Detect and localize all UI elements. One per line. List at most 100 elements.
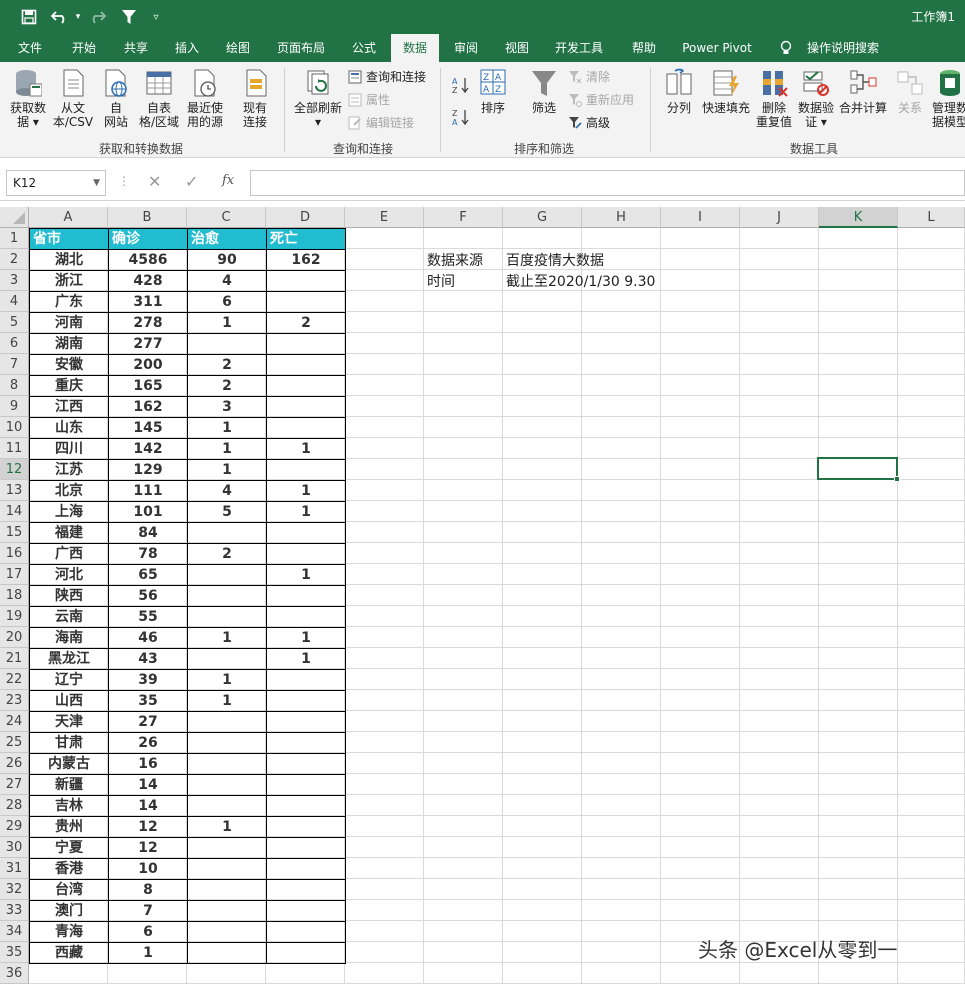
table-cell[interactable]: 台湾 [29,879,109,901]
table-cell[interactable] [187,900,267,922]
table-header-cell[interactable]: 治愈 [187,228,267,250]
table-cell[interactable] [187,858,267,880]
row-header[interactable]: 16 [0,543,29,564]
table-cell[interactable]: 1 [266,627,346,649]
table-cell[interactable] [187,942,267,964]
table-cell[interactable]: 10 [108,858,188,880]
row-header[interactable]: 12 [0,459,29,480]
table-cell[interactable]: 1 [187,690,267,712]
row-header[interactable]: 20 [0,627,29,648]
table-cell[interactable]: 12 [108,816,188,838]
from-table-range-button[interactable]: 自表 格/区域 [136,68,182,129]
table-cell[interactable] [266,921,346,943]
from-web-button[interactable]: 自网站 [98,68,134,129]
table-cell[interactable] [266,333,346,355]
flash-fill-button[interactable]: 快速填充 [700,68,752,115]
table-cell[interactable]: 8 [108,879,188,901]
table-cell[interactable]: 35 [108,690,188,712]
table-cell[interactable]: 1 [108,942,188,964]
column-header-B[interactable]: B [108,207,187,228]
table-cell[interactable]: 16 [108,753,188,775]
tab-formulas[interactable]: 公式 [342,34,386,62]
table-cell[interactable]: 湖南 [29,333,109,355]
table-cell[interactable] [187,837,267,859]
column-header-G[interactable]: G [503,207,582,228]
cell-F2[interactable]: 数据来源 [427,250,483,270]
table-cell[interactable] [187,732,267,754]
row-header[interactable]: 27 [0,774,29,795]
column-header-E[interactable]: E [345,207,424,228]
table-cell[interactable] [266,795,346,817]
table-cell[interactable]: 澳门 [29,900,109,922]
table-cell[interactable] [266,837,346,859]
table-cell[interactable]: 重庆 [29,375,109,397]
row-header[interactable]: 8 [0,375,29,396]
row-header[interactable]: 31 [0,858,29,879]
table-cell[interactable]: 陕西 [29,585,109,607]
table-cell[interactable] [266,291,346,313]
table-cell[interactable]: 165 [108,375,188,397]
table-cell[interactable] [266,585,346,607]
table-cell[interactable] [266,879,346,901]
table-cell[interactable]: 428 [108,270,188,292]
table-cell[interactable] [266,711,346,733]
row-header[interactable]: 26 [0,753,29,774]
table-cell[interactable]: 142 [108,438,188,460]
column-header-H[interactable]: H [582,207,661,228]
edit-links-button[interactable]: 编辑链接 [348,114,414,132]
column-header-F[interactable]: F [424,207,503,228]
table-cell[interactable]: 200 [108,354,188,376]
row-header[interactable]: 15 [0,522,29,543]
table-cell[interactable] [266,354,346,376]
table-header-cell[interactable]: 确诊 [108,228,188,250]
customize-quick-access-icon[interactable]: ▿ [148,6,164,28]
column-header-K[interactable]: K [819,207,898,228]
row-header[interactable]: 34 [0,921,29,942]
cell-F3[interactable]: 时间 [427,271,455,291]
corner-select-all[interactable] [0,207,29,228]
table-cell[interactable]: 1 [187,627,267,649]
table-cell[interactable]: 上海 [29,501,109,523]
row-header[interactable]: 9 [0,396,29,417]
table-cell[interactable]: 香港 [29,858,109,880]
table-cell[interactable]: 129 [108,459,188,481]
table-cell[interactable]: 1 [266,564,346,586]
row-header[interactable]: 29 [0,816,29,837]
row-header[interactable]: 6 [0,333,29,354]
table-cell[interactable]: 湖北 [29,249,109,271]
table-cell[interactable] [187,648,267,670]
table-cell[interactable]: 云南 [29,606,109,628]
advanced-filter-button[interactable]: 高级 [568,114,610,132]
table-cell[interactable] [266,774,346,796]
table-cell[interactable]: 1 [266,438,346,460]
table-cell[interactable]: 河南 [29,312,109,334]
refresh-all-button[interactable]: 全部刷新 ▾ [292,68,344,129]
table-cell[interactable]: 山东 [29,417,109,439]
table-cell[interactable] [266,690,346,712]
row-header[interactable]: 10 [0,417,29,438]
table-cell[interactable]: 广西 [29,543,109,565]
table-cell[interactable]: 1 [187,669,267,691]
row-header[interactable]: 7 [0,354,29,375]
column-header-A[interactable]: A [29,207,108,228]
table-cell[interactable] [266,522,346,544]
table-cell[interactable]: 14 [108,795,188,817]
row-header[interactable]: 24 [0,711,29,732]
table-cell[interactable] [266,417,346,439]
table-cell[interactable]: 江西 [29,396,109,418]
table-cell[interactable]: 2 [187,354,267,376]
undo-dropdown-icon[interactable]: ▾ [72,6,84,28]
relationships-button[interactable]: 关系 [892,68,928,115]
name-box-dropdown-icon[interactable]: ▼ [93,171,100,195]
table-cell[interactable]: 14 [108,774,188,796]
row-header[interactable]: 11 [0,438,29,459]
table-cell[interactable] [187,879,267,901]
table-cell[interactable] [266,753,346,775]
table-cell[interactable]: 1 [266,501,346,523]
table-cell[interactable] [266,270,346,292]
data-validation-button[interactable]: 数据验证 ▾ [796,68,836,129]
table-cell[interactable]: 43 [108,648,188,670]
row-header[interactable]: 4 [0,291,29,312]
sort-descending-button[interactable]: ZA [452,108,470,126]
column-header-I[interactable]: I [661,207,740,228]
